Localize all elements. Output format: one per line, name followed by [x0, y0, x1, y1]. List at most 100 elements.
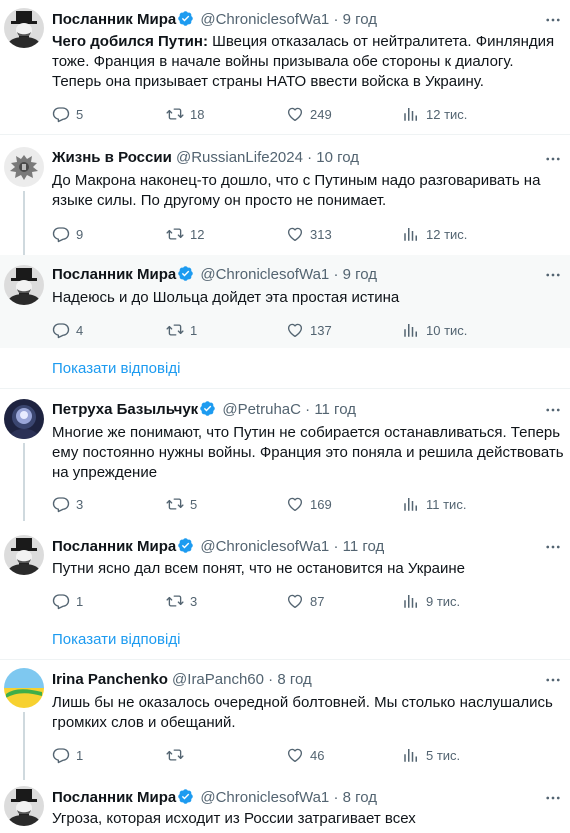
like-button[interactable]: 87: [286, 591, 324, 611]
like-icon: [286, 746, 304, 764]
show-replies-link[interactable]: Показати відповіді: [52, 359, 180, 379]
author-handle[interactable]: @PetruhaC: [222, 401, 301, 418]
avatar[interactable]: [4, 265, 44, 305]
retweet-button[interactable]: [166, 745, 190, 765]
more-options-icon[interactable]: [544, 538, 562, 556]
like-button[interactable]: 249: [286, 104, 332, 124]
retweet-button[interactable]: 5: [166, 494, 197, 514]
views-button[interactable]: 11 тис.: [402, 494, 466, 514]
more-options-icon[interactable]: [544, 266, 562, 284]
views-button[interactable]: 12 тис.: [402, 224, 467, 244]
reply-icon: [52, 495, 70, 513]
like-button[interactable]: 137: [286, 320, 332, 340]
tweet[interactable]: Посланник Мира @ChroniclesofWa1 · 9 год …: [0, 255, 570, 348]
timestamp[interactable]: 9 год: [343, 266, 377, 283]
author-handle[interactable]: @IraPanch60: [172, 671, 264, 688]
tweet[interactable]: Посланник Мира @ChroniclesofWa1 · 9 год …: [0, 0, 570, 134]
verified-icon: [177, 10, 194, 27]
reply-count: 1: [76, 593, 84, 609]
timestamp[interactable]: 8 год: [343, 789, 377, 806]
separator: ·: [333, 789, 339, 806]
tweet[interactable]: Посланник Мира @ChroniclesofWa1 · 8 год …: [0, 780, 570, 833]
like-button[interactable]: 169: [286, 494, 332, 514]
tweet[interactable]: Irina Panchenko @IraPanch60 · 8 год Лишь…: [0, 660, 570, 780]
like-count: 137: [310, 322, 332, 338]
action-bar: 1 3 87 9 тис.: [52, 591, 492, 611]
like-button[interactable]: 46: [286, 745, 324, 765]
timestamp[interactable]: 9 год: [343, 11, 377, 28]
reply-button[interactable]: 3: [52, 494, 83, 514]
like-icon: [286, 321, 304, 339]
author-handle[interactable]: @ChroniclesofWa1: [200, 789, 329, 806]
reply-button[interactable]: 1: [52, 745, 83, 765]
author-name[interactable]: Жизнь в России: [52, 149, 172, 166]
more-options-icon[interactable]: [544, 11, 562, 29]
tweet-header: Посланник Мира @ChroniclesofWa1 · 11 год: [52, 537, 546, 557]
tweet[interactable]: Посланник Мира @ChroniclesofWa1 · 11 год…: [0, 521, 570, 621]
reply-button[interactable]: 5: [52, 104, 83, 124]
more-options-icon[interactable]: [544, 150, 562, 168]
timestamp[interactable]: 8 год: [277, 671, 311, 688]
views-button[interactable]: 9 тис.: [402, 591, 460, 611]
retweet-button[interactable]: 3: [166, 591, 197, 611]
tweet-text: Многие же понимают, что Путин не собирае…: [52, 424, 564, 481]
avatar[interactable]: [4, 399, 44, 439]
avatar[interactable]: [4, 147, 44, 187]
like-icon: [286, 495, 304, 513]
reply-icon: [52, 105, 70, 123]
reply-icon: [52, 321, 70, 339]
like-icon: [286, 225, 304, 243]
like-button[interactable]: 313: [286, 224, 332, 244]
thread-line: [23, 443, 25, 521]
tweet-text-bold: Чего добился Путин:: [52, 33, 208, 50]
like-icon: [286, 592, 304, 610]
retweet-icon: [166, 321, 184, 339]
views-count: 10 тис.: [426, 322, 468, 338]
author-handle[interactable]: @ChroniclesofWa1: [200, 266, 329, 283]
tweet-text: Надеюсь и до Шольца дойдет эта простая и…: [52, 289, 400, 306]
timestamp[interactable]: 11 год: [314, 401, 356, 418]
author-name[interactable]: Посланник Мира: [52, 538, 176, 555]
action-bar: 9 12 313 12 тис.: [52, 224, 492, 244]
retweet-count: 3: [190, 593, 198, 609]
show-replies-link[interactable]: Показати відповіді: [52, 630, 180, 650]
author-handle[interactable]: @RussianLife2024: [176, 149, 303, 166]
reply-count: 4: [76, 322, 84, 338]
author-name[interactable]: Посланник Мира: [52, 789, 176, 806]
author-handle[interactable]: @ChroniclesofWa1: [200, 11, 329, 28]
tweet[interactable]: Петруха Базыльчук @PetruhaC · 11 год Мно…: [0, 389, 570, 521]
verified-icon: [177, 788, 194, 805]
author-handle[interactable]: @ChroniclesofWa1: [200, 538, 329, 555]
retweet-button[interactable]: 1: [166, 320, 197, 340]
avatar[interactable]: [4, 8, 44, 48]
reply-count: 9: [76, 226, 84, 242]
retweet-button[interactable]: 12: [166, 224, 204, 244]
avatar[interactable]: [4, 535, 44, 575]
timestamp[interactable]: 10 год: [316, 149, 359, 166]
views-button[interactable]: 12 тис.: [402, 104, 467, 124]
more-options-icon[interactable]: [544, 789, 562, 807]
author-name[interactable]: Петруха Базыльчук: [52, 401, 198, 418]
retweet-icon: [166, 592, 184, 610]
avatar[interactable]: [4, 668, 44, 708]
more-options-icon[interactable]: [544, 671, 562, 689]
views-count: 9 тис.: [426, 593, 461, 609]
reply-count: 1: [76, 747, 84, 763]
views-count: 12 тис.: [426, 226, 468, 242]
more-options-icon[interactable]: [544, 401, 562, 419]
author-name[interactable]: Irina Panchenko: [52, 671, 168, 688]
separator: ·: [333, 538, 339, 555]
author-name[interactable]: Посланник Мира: [52, 11, 176, 28]
retweet-button[interactable]: 18: [166, 104, 204, 124]
tweet[interactable]: Жизнь в России @RussianLife2024 · 10 год…: [0, 135, 570, 255]
reply-button[interactable]: 9: [52, 224, 83, 244]
avatar[interactable]: [4, 786, 44, 826]
author-name[interactable]: Посланник Мира: [52, 266, 176, 283]
reply-button[interactable]: 1: [52, 591, 83, 611]
like-count: 169: [310, 496, 332, 512]
views-button[interactable]: 10 тис.: [402, 320, 467, 340]
reply-button[interactable]: 4: [52, 320, 83, 340]
timestamp[interactable]: 11 год: [343, 538, 385, 555]
separator: ·: [333, 266, 339, 283]
views-button[interactable]: 5 тис.: [402, 745, 460, 765]
